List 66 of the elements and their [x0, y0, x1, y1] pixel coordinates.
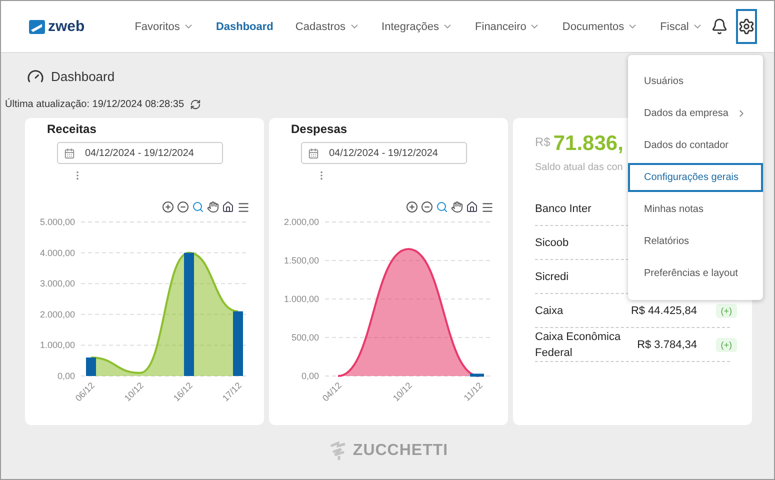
axis-label: 1.000,00	[40, 340, 75, 350]
axis-label: 0,00	[301, 371, 319, 381]
date-range-field[interactable]: 04/12/2024 - 19/12/2024	[301, 142, 467, 164]
nav-item[interactable]: Integrações	[382, 20, 454, 32]
currency-symbol: R$	[535, 135, 550, 149]
home-icon[interactable]	[222, 201, 234, 213]
calendar-icon	[64, 148, 75, 158]
account-name: Caixa	[535, 304, 564, 318]
zoom-out-icon[interactable]	[177, 201, 189, 213]
account-name: Banco Inter	[535, 202, 592, 216]
search-icon[interactable]	[436, 201, 448, 213]
axis-label: 2.000,00	[40, 309, 75, 320]
axis-label: 500,00	[291, 332, 319, 342]
account-name: Caixa Econômica Federal	[535, 330, 622, 360]
axis-label: 4.000,00	[40, 248, 75, 258]
gear-icon	[738, 18, 755, 35]
nav-item[interactable]: Favoritos	[134, 20, 194, 32]
axis-label: 3.000,00	[40, 278, 75, 289]
account-value: R$ 3.784,34	[636, 338, 697, 352]
card-title: Receitas	[47, 122, 98, 136]
calendar-icon	[308, 148, 319, 158]
bar	[470, 374, 484, 377]
account-value: R$ 44.425,84	[630, 304, 697, 318]
bell-icon	[710, 18, 728, 35]
page-title: Dashboard	[51, 68, 115, 84]
zoom-out-icon[interactable]	[421, 201, 433, 213]
zoom-in-icon[interactable]	[162, 201, 174, 213]
zoom-in-icon[interactable]	[406, 201, 418, 213]
refresh-icon[interactable]	[190, 99, 202, 110]
account-name: Sicoob	[535, 236, 570, 250]
nav-item[interactable]: Dashboard	[216, 20, 274, 32]
menu-item[interactable]: Relatórios	[628, 227, 763, 256]
axis-label: 1.500,00	[284, 256, 319, 266]
logo-text: zweb	[48, 18, 85, 35]
dashboard-icon	[27, 68, 44, 84]
logo-icon	[29, 20, 45, 34]
settings-button[interactable]	[736, 9, 757, 44]
menu-item[interactable]: Dados da empresa	[628, 99, 763, 128]
account-name: Sicredi	[535, 270, 570, 284]
nav-item[interactable]: Financeiro	[475, 20, 540, 32]
hand-icon[interactable]	[451, 201, 463, 213]
search-icon[interactable]	[192, 201, 204, 213]
menu-item[interactable]: Preferências e layout	[628, 259, 763, 288]
axis-label: 5.000,00	[40, 217, 75, 227]
balance-caption: Saldo atual das con	[535, 162, 624, 173]
last-update-text: Última atualização: 19/12/2024 08:28:35	[5, 99, 184, 110]
balance-amount: 71.836,	[553, 132, 624, 156]
menu-icon[interactable]	[237, 201, 250, 214]
menu-item[interactable]: Minhas notas	[628, 195, 763, 224]
axis-label: 1.000,00	[284, 294, 319, 304]
date-range-field[interactable]: 04/12/2024 - 19/12/2024	[57, 142, 223, 164]
menu-item[interactable]: Configurações gerais	[628, 163, 763, 192]
menu-item[interactable]: Dados do contador	[628, 131, 763, 160]
axis-label: 0,00	[57, 371, 75, 381]
card-title: Despesas	[291, 122, 348, 136]
menu-item[interactable]: Usuários	[628, 67, 763, 96]
footer-brand: ZUCCHETTI	[352, 442, 448, 460]
home-icon[interactable]	[466, 201, 478, 213]
nav-item[interactable]: Fiscal	[660, 20, 703, 32]
axis-label: 2.000,00	[284, 217, 319, 227]
menu-icon[interactable]	[481, 201, 494, 214]
bar	[86, 358, 96, 376]
nav-item[interactable]: Cadastros	[295, 20, 360, 32]
nav-item[interactable]: Documentos	[562, 20, 638, 32]
bar	[233, 311, 243, 376]
hand-icon[interactable]	[207, 201, 219, 213]
